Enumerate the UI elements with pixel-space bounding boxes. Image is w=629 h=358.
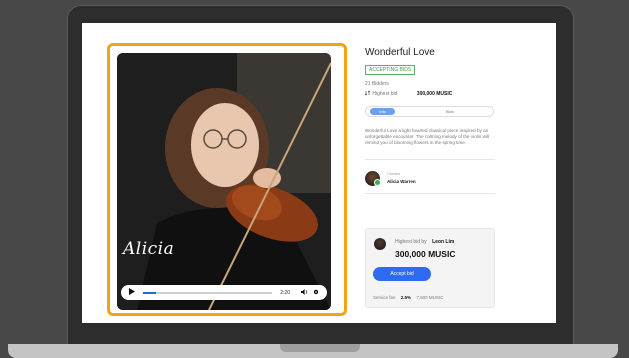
bidder-avatar[interactable] <box>374 238 386 250</box>
divider <box>365 159 495 160</box>
highest-bid-card: Highest bid by Leon Lim 300,000 MUSIC Ac… <box>365 228 495 308</box>
highest-bid-value: 300,000 MUSIC <box>416 91 453 97</box>
bid-amount: 300,000 MUSIC <box>395 249 456 259</box>
signature-text: Alicia <box>123 239 175 259</box>
time-readout: 2:20 <box>280 289 290 296</box>
screen: Alicia 2:20 Wonderful Love ACCEPTING BID… <box>82 23 556 323</box>
bidders-count: 21 Bidders <box>365 81 389 87</box>
tab-bids[interactable]: Bids <box>446 108 454 115</box>
service-fee-amount: 7,500 MUSIC <box>416 295 444 300</box>
artwork-image <box>117 53 331 310</box>
status-badge: ACCEPTING BIDS <box>365 65 416 75</box>
progress-track[interactable] <box>143 291 273 294</box>
laptop-notch <box>280 344 360 352</box>
highest-bid-by-label: Highest bid by <box>395 239 427 245</box>
divider <box>365 193 495 194</box>
highest-bid-by: Highest bid by Leon Lim <box>395 239 454 245</box>
settings-icon[interactable] <box>313 289 319 297</box>
player-controls: 2:20 <box>121 285 327 300</box>
play-icon[interactable] <box>129 288 135 297</box>
service-fee: Service fee 2.5% 7,500 MUSIC <box>373 295 443 300</box>
highest-bid-label: Highest bid <box>372 91 398 97</box>
service-fee-label: Service fee <box>373 295 396 300</box>
nft-title: Wonderful Love <box>365 47 435 58</box>
bidder-name[interactable]: Leon Lim <box>432 239 454 245</box>
service-fee-percent: 2.5% <box>400 295 412 300</box>
progress-fill <box>143 291 156 294</box>
tab-bar: Info Bids <box>365 106 494 117</box>
video-player[interactable]: Alicia 2:20 <box>117 53 331 310</box>
creator-label: Creator <box>387 171 401 176</box>
description: Wonderful Love a light hearted classical… <box>365 128 490 145</box>
volume-icon[interactable] <box>301 288 308 297</box>
creator-name[interactable]: Alicia Warren <box>387 179 416 184</box>
highest-bid-row: Highest bid 300,000 MUSIC <box>364 90 453 97</box>
verified-check-icon <box>374 179 381 186</box>
accept-bid-button[interactable]: Accept bid <box>373 267 431 281</box>
tab-info[interactable]: Info <box>370 108 395 115</box>
